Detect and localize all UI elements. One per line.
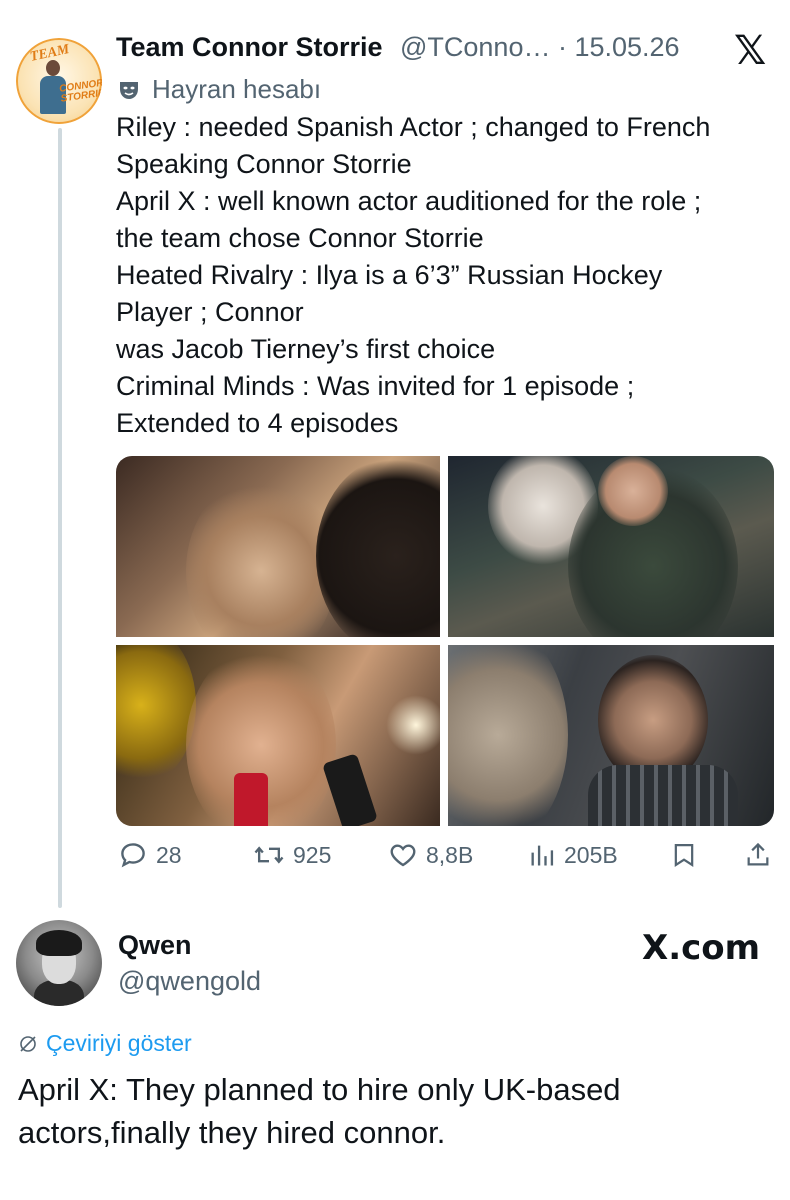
author-avatar[interactable]: TEAM CONNOR STORRIE bbox=[16, 38, 102, 124]
badge-label: Hayran hesabı bbox=[152, 74, 322, 104]
tweet-text-line: Heated Rivalry : Ilya is a 6’3” Russian … bbox=[116, 260, 663, 290]
fan-mask-icon bbox=[116, 77, 142, 103]
share-icon bbox=[747, 842, 769, 866]
bookmark-icon bbox=[674, 843, 694, 867]
show-translation-label: Çeviriyi göster bbox=[46, 1030, 192, 1056]
share-button[interactable] bbox=[744, 840, 772, 870]
bookmark-button[interactable] bbox=[670, 840, 698, 870]
reply-author-avatar[interactable] bbox=[16, 920, 102, 1006]
tweet-text-line: April X : well known actor auditioned fo… bbox=[116, 186, 702, 216]
like-count: 8,8B bbox=[426, 841, 474, 868]
tweet-text-line: Player ; Connor bbox=[116, 297, 304, 327]
author-name[interactable]: Team Connor Storrie bbox=[116, 32, 383, 63]
reply-author-name[interactable]: Qwen bbox=[118, 930, 192, 961]
views-button[interactable]: 205B bbox=[528, 840, 618, 870]
media-photo-2[interactable] bbox=[448, 456, 774, 637]
reply-count: 28 bbox=[156, 841, 182, 868]
repost-count: 925 bbox=[293, 841, 332, 868]
reply-button[interactable]: 28 bbox=[118, 840, 182, 870]
site-watermark: X.com bbox=[642, 928, 761, 968]
author-handle-date[interactable]: @TConno… · 15.05.26 bbox=[400, 32, 680, 63]
x-logo-icon[interactable]: 𝕏 bbox=[734, 28, 766, 74]
reply-icon bbox=[121, 843, 145, 868]
tweet-text-line: Criminal Minds : Was invited for 1 episo… bbox=[116, 371, 635, 401]
thread-connector-line bbox=[58, 128, 62, 908]
views-count: 205B bbox=[564, 841, 618, 868]
media-photo-4[interactable] bbox=[448, 645, 774, 826]
reply-body: April X: They planned to hire only UK-ba… bbox=[18, 1072, 621, 1150]
like-button[interactable]: 8,8B bbox=[388, 840, 473, 870]
tweet-text-line: Extended to 4 episodes bbox=[116, 408, 399, 438]
reply-author-handle[interactable]: @qwengold bbox=[118, 966, 261, 997]
repost-button[interactable]: 925 bbox=[253, 840, 331, 870]
tweet-text-line: Riley : needed Spanish Actor ; changed t… bbox=[116, 112, 711, 142]
like-icon bbox=[390, 844, 416, 867]
tweet-text-line: Speaking Connor Storrie bbox=[116, 149, 412, 179]
views-icon bbox=[531, 845, 554, 866]
tweet-body: Riley : needed Spanish Actor ; changed t… bbox=[116, 109, 776, 442]
media-grid bbox=[116, 456, 774, 826]
media-photo-1[interactable] bbox=[116, 456, 440, 637]
translate-icon bbox=[20, 1035, 36, 1052]
tweet-text-line: the team chose Connor Storrie bbox=[116, 223, 484, 253]
media-photo-3[interactable] bbox=[116, 645, 440, 826]
fan-account-badge: Hayran hesabı bbox=[116, 74, 321, 105]
repost-icon bbox=[254, 846, 284, 864]
tweet-action-bar: 28 925 8,8B 205B bbox=[118, 840, 774, 876]
show-translation-link[interactable]: Çeviriyi göster bbox=[18, 1030, 192, 1057]
tweet-text-line: was Jacob Tierney’s first choice bbox=[116, 334, 496, 364]
